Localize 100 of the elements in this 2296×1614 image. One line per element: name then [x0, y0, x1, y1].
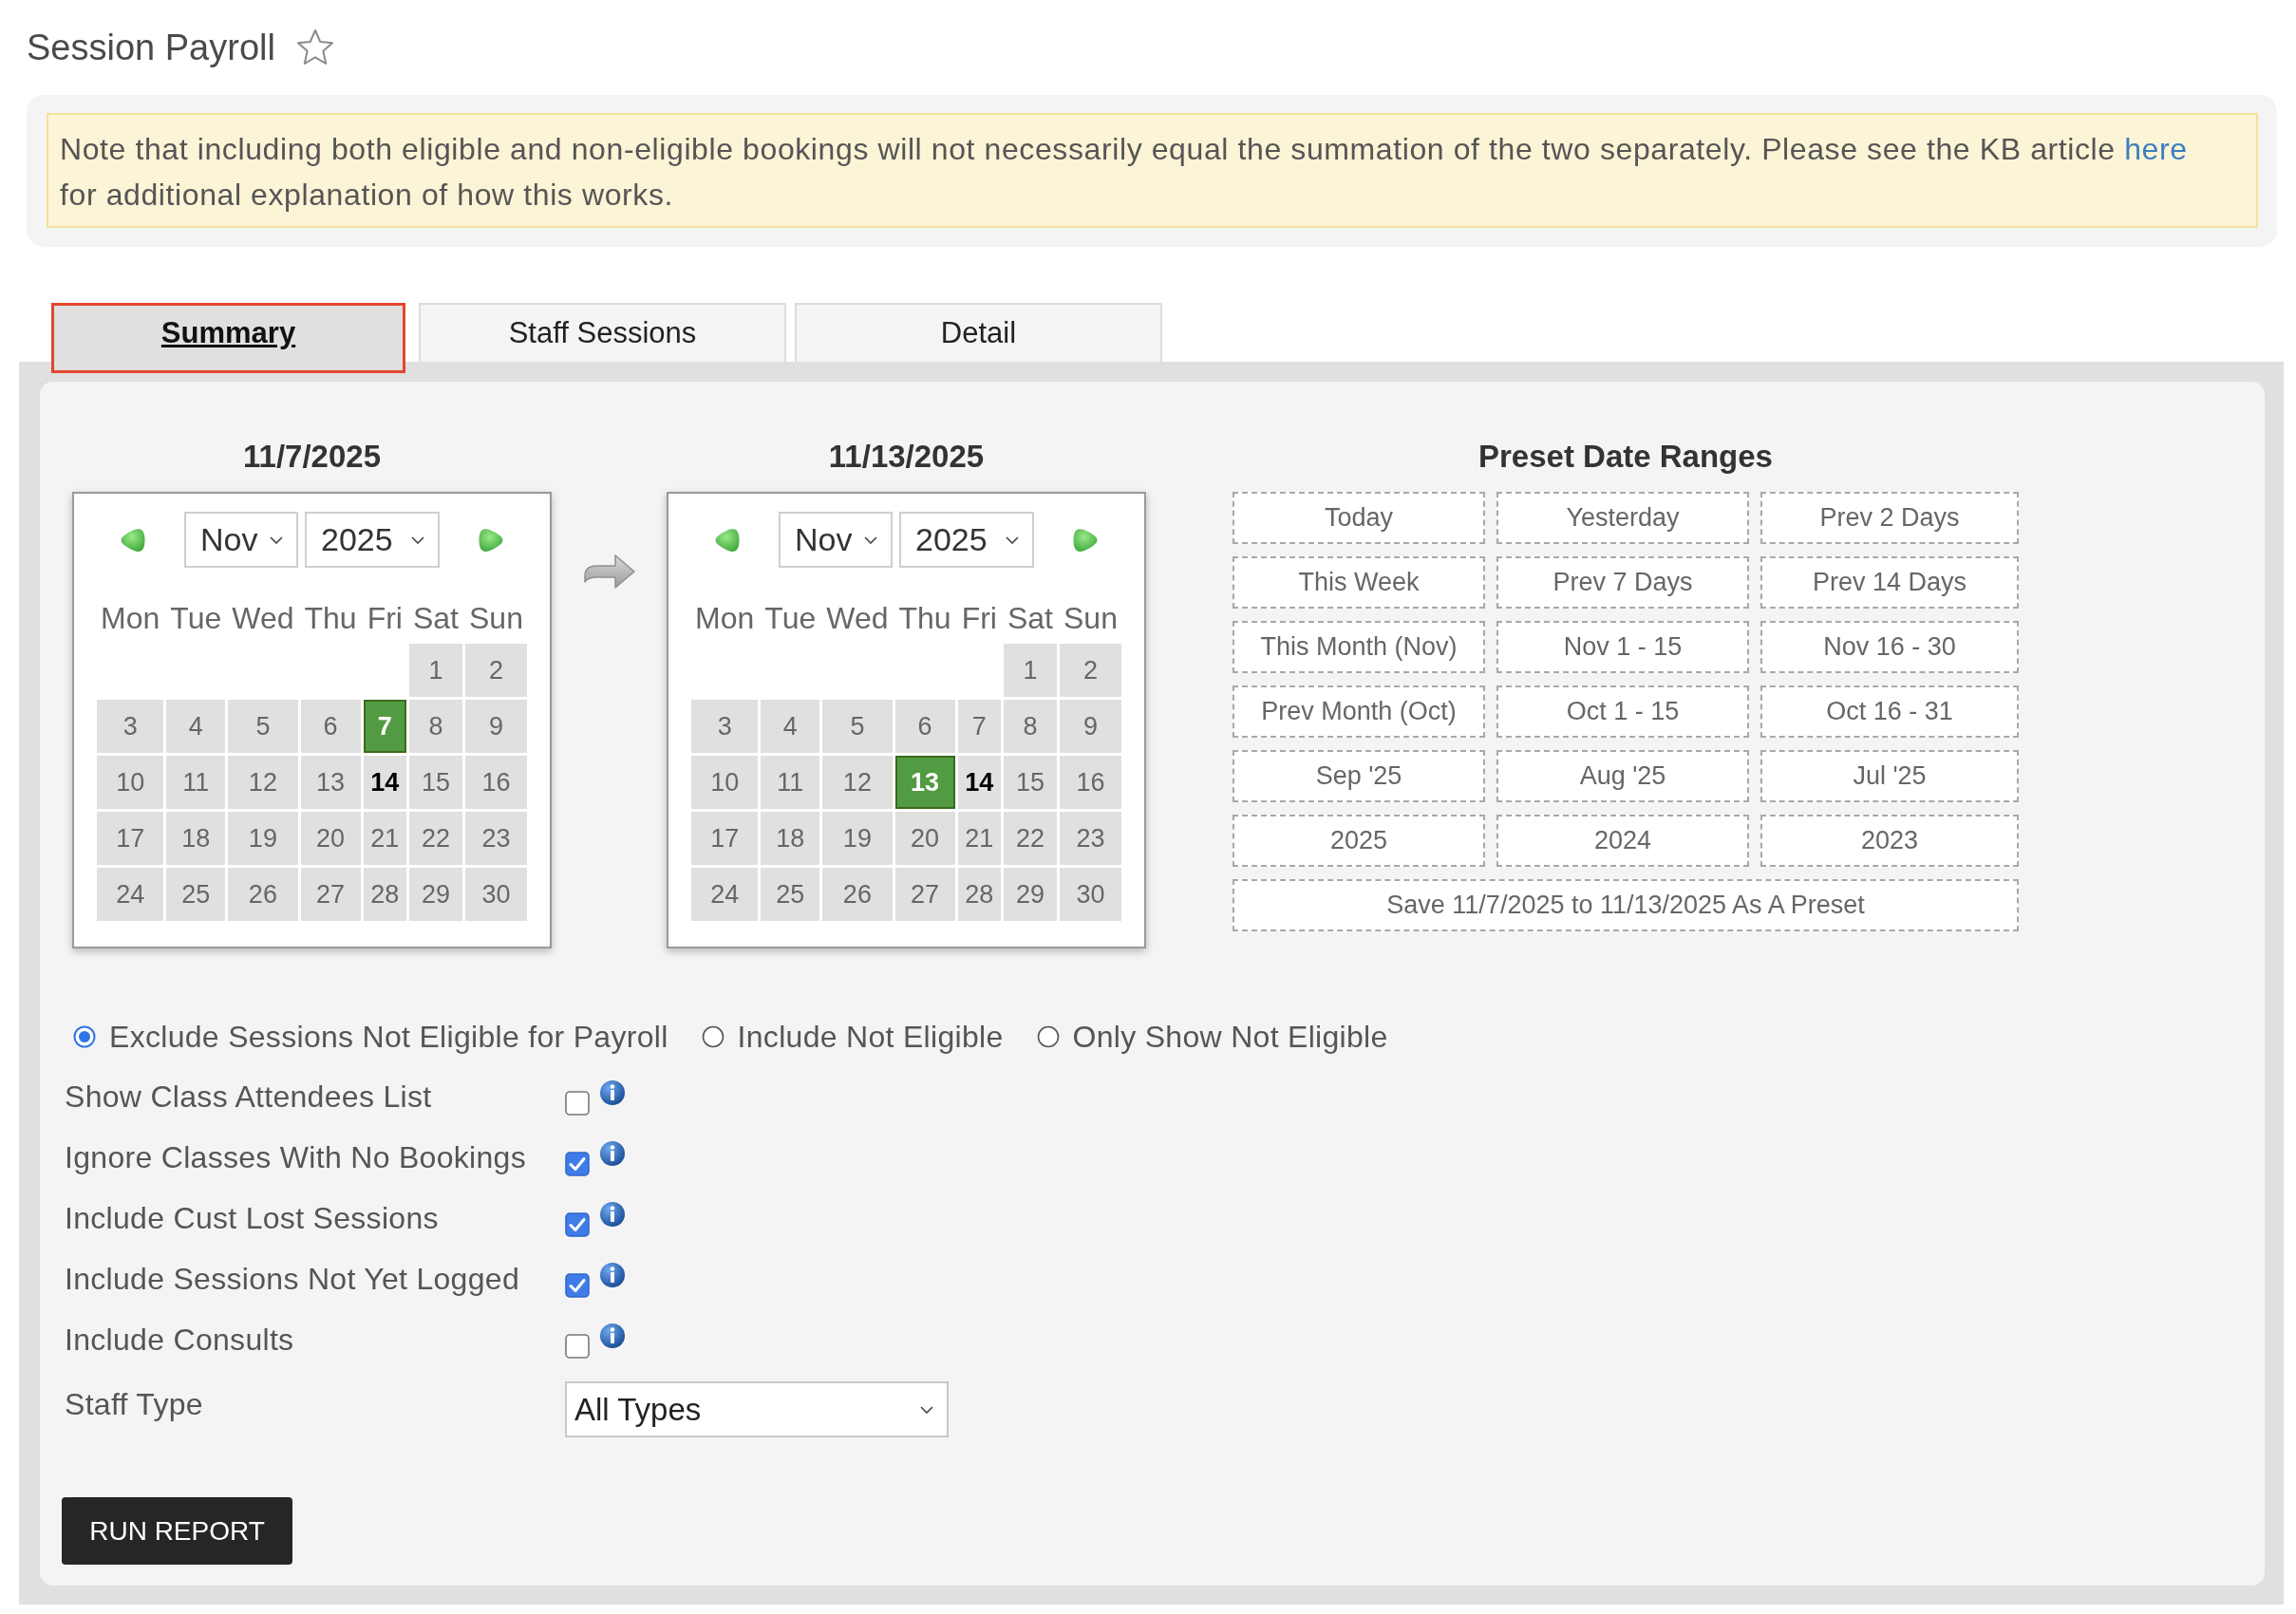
- preset-button[interactable]: Today: [1233, 492, 1485, 544]
- preset-button[interactable]: This Month (Nov): [1233, 621, 1485, 673]
- info-icon[interactable]: [599, 1262, 626, 1288]
- staff-type-select[interactable]: All Types: [565, 1381, 949, 1437]
- day-cell[interactable]: 7: [957, 700, 1001, 753]
- day-cell[interactable]: 18: [166, 812, 226, 865]
- preset-button[interactable]: 2024: [1496, 815, 1749, 867]
- day-cell[interactable]: 1: [1003, 644, 1057, 697]
- preset-button[interactable]: 2025: [1233, 815, 1485, 867]
- day-cell[interactable]: 2: [465, 644, 527, 697]
- day-cell[interactable]: 30: [1060, 868, 1121, 921]
- radio-button[interactable]: [701, 1025, 725, 1048]
- preset-button[interactable]: Yesterday: [1496, 492, 1749, 544]
- preset-button[interactable]: Prev Month (Oct): [1233, 685, 1485, 738]
- day-cell[interactable]: 5: [822, 700, 893, 753]
- day-cell[interactable]: 30: [465, 868, 527, 921]
- tab[interactable]: Summary: [51, 303, 405, 373]
- run-report-button[interactable]: RUN REPORT: [62, 1497, 292, 1565]
- day-cell[interactable]: 24: [97, 868, 164, 921]
- day-cell[interactable]: 9: [465, 700, 527, 753]
- day-cell[interactable]: 29: [1003, 868, 1057, 921]
- tab[interactable]: Staff Sessions: [419, 303, 786, 362]
- day-cell[interactable]: 26: [228, 868, 298, 921]
- day-cell[interactable]: 14: [957, 756, 1001, 809]
- day-cell[interactable]: 26: [822, 868, 893, 921]
- preset-button[interactable]: Aug '25: [1496, 750, 1749, 802]
- day-cell[interactable]: 3: [691, 700, 759, 753]
- day-cell[interactable]: 21: [363, 812, 406, 865]
- day-cell[interactable]: 17: [97, 812, 164, 865]
- day-cell[interactable]: 11: [166, 756, 226, 809]
- checkbox[interactable]: [565, 1152, 590, 1176]
- day-cell[interactable]: 2: [1060, 644, 1121, 697]
- day-cell[interactable]: 23: [465, 812, 527, 865]
- year-select[interactable]: 2025: [899, 512, 1034, 568]
- day-cell[interactable]: 4: [166, 700, 226, 753]
- day-cell[interactable]: 15: [1003, 756, 1057, 809]
- day-cell[interactable]: 17: [691, 812, 759, 865]
- info-icon[interactable]: [599, 1201, 626, 1228]
- day-cell[interactable]: 13: [894, 756, 955, 809]
- day-cell[interactable]: 5: [228, 700, 298, 753]
- preset-button[interactable]: Sep '25: [1233, 750, 1485, 802]
- checkbox[interactable]: [565, 1273, 590, 1298]
- day-cell[interactable]: 6: [894, 700, 955, 753]
- preset-button[interactable]: Nov 16 - 30: [1760, 621, 2019, 673]
- day-cell[interactable]: 21: [957, 812, 1001, 865]
- day-cell[interactable]: 18: [761, 812, 820, 865]
- info-icon[interactable]: [599, 1323, 626, 1349]
- month-select[interactable]: Nov: [184, 512, 298, 568]
- day-cell[interactable]: 14: [363, 756, 406, 809]
- day-cell[interactable]: 20: [894, 812, 955, 865]
- radio-label[interactable]: Only Show Not Eligible: [1072, 1014, 1388, 1060]
- day-cell[interactable]: 28: [363, 868, 406, 921]
- save-preset-button[interactable]: Save 11/7/2025 to 11/13/2025 As A Preset: [1233, 879, 2019, 931]
- previous-month-icon[interactable]: [120, 527, 146, 553]
- checkbox[interactable]: [565, 1334, 590, 1359]
- day-cell[interactable]: 1: [408, 644, 462, 697]
- preset-button[interactable]: 2023: [1760, 815, 2019, 867]
- radio-button[interactable]: [73, 1025, 96, 1048]
- checkbox[interactable]: [565, 1212, 590, 1237]
- day-cell[interactable]: 22: [408, 812, 462, 865]
- tab[interactable]: Detail: [795, 303, 1162, 362]
- day-cell[interactable]: 10: [691, 756, 759, 809]
- next-month-icon[interactable]: [1072, 527, 1099, 553]
- day-cell[interactable]: 16: [1060, 756, 1121, 809]
- info-icon[interactable]: [599, 1079, 626, 1106]
- day-cell[interactable]: 28: [957, 868, 1001, 921]
- day-cell[interactable]: 20: [300, 812, 361, 865]
- day-cell[interactable]: 9: [1060, 700, 1121, 753]
- day-cell[interactable]: 10: [97, 756, 164, 809]
- checkbox[interactable]: [565, 1091, 590, 1116]
- info-icon[interactable]: [599, 1140, 626, 1167]
- preset-button[interactable]: Jul '25: [1760, 750, 2019, 802]
- day-cell[interactable]: 19: [822, 812, 893, 865]
- day-cell[interactable]: 3: [97, 700, 164, 753]
- day-cell[interactable]: 4: [761, 700, 820, 753]
- preset-button[interactable]: Oct 16 - 31: [1760, 685, 2019, 738]
- day-cell[interactable]: 25: [761, 868, 820, 921]
- day-cell[interactable]: 13: [300, 756, 361, 809]
- day-cell[interactable]: 7: [363, 700, 406, 753]
- radio-label[interactable]: Exclude Sessions Not Eligible for Payroll: [109, 1014, 668, 1060]
- day-cell[interactable]: 6: [300, 700, 361, 753]
- day-cell[interactable]: 12: [822, 756, 893, 809]
- day-cell[interactable]: 22: [1003, 812, 1057, 865]
- preset-button[interactable]: Prev 7 Days: [1496, 556, 1749, 609]
- day-cell[interactable]: 8: [408, 700, 462, 753]
- month-select[interactable]: Nov: [779, 512, 893, 568]
- star-icon[interactable]: [295, 28, 334, 66]
- preset-button[interactable]: Oct 1 - 15: [1496, 685, 1749, 738]
- radio-button[interactable]: [1036, 1025, 1060, 1048]
- day-cell[interactable]: 25: [166, 868, 226, 921]
- day-cell[interactable]: 11: [761, 756, 820, 809]
- day-cell[interactable]: 15: [408, 756, 462, 809]
- day-cell[interactable]: 23: [1060, 812, 1121, 865]
- day-cell[interactable]: 27: [894, 868, 955, 921]
- day-cell[interactable]: 27: [300, 868, 361, 921]
- day-cell[interactable]: 12: [228, 756, 298, 809]
- previous-month-icon[interactable]: [714, 527, 741, 553]
- year-select[interactable]: 2025: [305, 512, 440, 568]
- day-cell[interactable]: 16: [465, 756, 527, 809]
- day-cell[interactable]: 19: [228, 812, 298, 865]
